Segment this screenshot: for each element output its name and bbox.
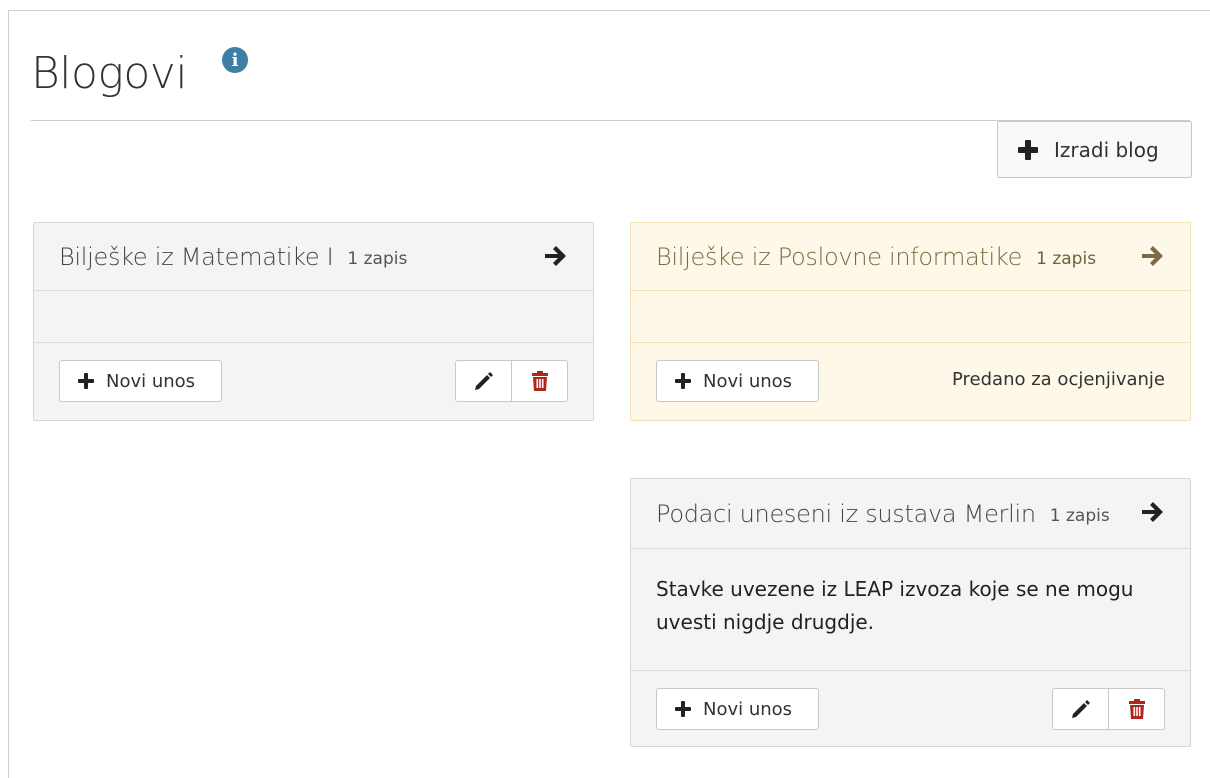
pencil-icon — [1071, 700, 1090, 718]
arrow-right-icon[interactable] — [543, 245, 567, 267]
entry-count: 1 zapis — [347, 248, 408, 269]
info-icon[interactable]: i — [222, 47, 248, 73]
blog-actions — [1052, 688, 1165, 730]
entry-count: 1 zapis — [1049, 505, 1110, 526]
blog-title[interactable]: Bilješke iz Matematike I — [59, 243, 334, 271]
blog-card-footer: Novi unos — [34, 343, 593, 420]
blog-card-matematika: Bilješke iz Matematike I 1 zapis Novi un… — [33, 222, 594, 421]
new-entry-button[interactable]: Novi unos — [656, 688, 819, 730]
blog-card-merlin: Podaci uneseni iz sustava Merlin 1 zapis… — [630, 478, 1191, 747]
create-blog-button[interactable]: Izradi blog — [997, 121, 1192, 178]
blog-card-header[interactable]: Bilješke iz Matematike I 1 zapis — [34, 223, 593, 291]
new-entry-button[interactable]: Novi unos — [656, 360, 819, 402]
blog-card-body — [34, 291, 593, 343]
plus-icon — [675, 701, 691, 717]
blog-card-footer: Novi unos — [631, 671, 1190, 748]
plus-icon — [78, 373, 94, 389]
new-entry-button[interactable]: Novi unos — [59, 360, 222, 402]
page-title: Blogovi — [31, 48, 188, 99]
edit-blog-button[interactable] — [456, 361, 511, 401]
plus-icon — [1018, 139, 1038, 160]
trash-icon — [531, 371, 548, 391]
pencil-icon — [474, 372, 493, 390]
blog-card-body: Stavke uvezene iz LEAP izvoza koje se ne… — [631, 549, 1190, 671]
blog-card-footer: Novi unos Predano za ocjenjivanje — [631, 343, 1190, 420]
blog-card-header[interactable]: Bilješke iz Poslovne informatike 1 zapis — [631, 223, 1190, 291]
blog-card-poslovna-informatika: Bilješke iz Poslovne informatike 1 zapis… — [630, 222, 1191, 421]
entry-count: 1 zapis — [1036, 248, 1097, 269]
blog-card-header[interactable]: Podaci uneseni iz sustava Merlin 1 zapis — [631, 479, 1190, 549]
arrow-right-icon[interactable] — [1140, 501, 1164, 523]
delete-blog-button[interactable] — [1108, 689, 1164, 729]
blog-card-body — [631, 291, 1190, 343]
new-entry-label: Novi unos — [106, 370, 196, 392]
create-blog-label: Izradi blog — [1054, 137, 1159, 162]
delete-blog-button[interactable] — [511, 361, 567, 401]
submitted-status: Predano za ocjenjivanje — [952, 369, 1165, 390]
plus-icon — [675, 373, 691, 389]
new-entry-label: Novi unos — [703, 370, 793, 392]
trash-icon — [1128, 699, 1145, 719]
arrow-right-icon[interactable] — [1140, 245, 1164, 267]
blog-title[interactable]: Podaci uneseni iz sustava Merlin — [656, 500, 1036, 528]
blog-title[interactable]: Bilješke iz Poslovne informatike — [656, 243, 1022, 271]
new-entry-label: Novi unos — [703, 698, 793, 720]
blog-description: Stavke uvezene iz LEAP izvoza koje se ne… — [656, 577, 1134, 634]
blog-actions — [455, 360, 568, 402]
edit-blog-button[interactable] — [1053, 689, 1108, 729]
